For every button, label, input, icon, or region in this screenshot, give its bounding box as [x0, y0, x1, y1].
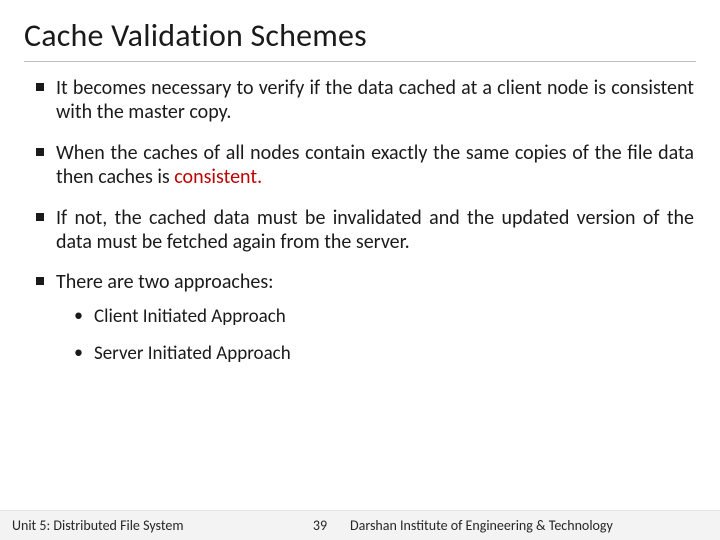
- slide: Cache Validation Schemes It becomes nece…: [0, 0, 720, 540]
- sub-bullet-list: Client Initiated Approach Server Initiat…: [56, 305, 694, 367]
- bullet-item: There are two approaches: Client Initiat…: [30, 270, 694, 366]
- footer-unit: Unit 5: Distributed File System: [0, 517, 290, 534]
- sub-bullet-text: Client Initiated Approach: [94, 305, 286, 328]
- bullet-emphasis: consistent.: [174, 165, 262, 189]
- bullet-item: When the caches of all nodes contain exa…: [30, 141, 694, 190]
- bullet-item: It becomes necessary to verify if the da…: [30, 76, 694, 125]
- bullet-text: If not, the cached data must be invalida…: [56, 206, 694, 254]
- sub-bullet-item: Server Initiated Approach: [70, 342, 694, 366]
- footer: Unit 5: Distributed File System 39 Darsh…: [0, 510, 720, 540]
- sub-bullet-item: Client Initiated Approach: [70, 305, 694, 329]
- bullet-text: It becomes necessary to verify if the da…: [56, 76, 694, 124]
- bullet-text: There are two approaches:: [56, 270, 274, 294]
- bullet-list: It becomes necessary to verify if the da…: [30, 76, 694, 366]
- footer-institute: Darshan Institute of Engineering & Techn…: [350, 517, 720, 534]
- bullet-text: When the caches of all nodes contain exa…: [56, 141, 694, 189]
- footer-page-number: 39: [290, 517, 350, 534]
- slide-title: Cache Validation Schemes: [24, 16, 696, 62]
- slide-content: It becomes necessary to verify if the da…: [24, 76, 696, 366]
- sub-bullet-text: Server Initiated Approach: [94, 342, 291, 365]
- bullet-item: If not, the cached data must be invalida…: [30, 206, 694, 255]
